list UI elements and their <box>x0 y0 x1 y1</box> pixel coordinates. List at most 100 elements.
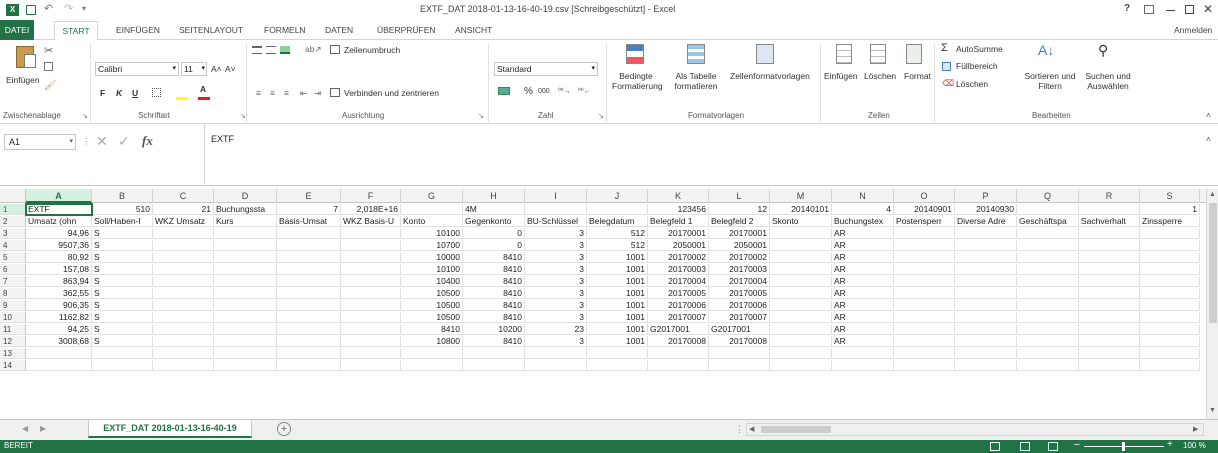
cell[interactable]: 20170006 <box>648 300 709 311</box>
cell[interactable] <box>1140 312 1200 323</box>
cell[interactable]: 10200 <box>463 324 525 335</box>
cell[interactable] <box>214 336 277 347</box>
column-header-o[interactable]: O <box>894 189 955 203</box>
format-table-button[interactable]: Als Tabelle formatieren <box>664 71 728 91</box>
cell[interactable]: S <box>92 288 153 299</box>
eraser-icon[interactable]: ⌫ <box>942 78 954 89</box>
page-layout-icon[interactable] <box>1020 442 1030 451</box>
cell[interactable] <box>894 324 955 335</box>
column-header-d[interactable]: D <box>214 189 277 203</box>
cell[interactable]: 1001 <box>587 288 648 299</box>
fill-icon[interactable] <box>942 62 951 71</box>
cell[interactable] <box>341 336 401 347</box>
cell[interactable] <box>1140 276 1200 287</box>
cell[interactable] <box>341 240 401 251</box>
cell[interactable] <box>401 204 463 215</box>
cell[interactable] <box>1079 312 1140 323</box>
cell[interactable]: 2050001 <box>709 240 770 251</box>
cell[interactable] <box>525 348 587 359</box>
cell[interactable]: AR <box>832 240 894 251</box>
cell[interactable]: 20170002 <box>648 252 709 263</box>
cell[interactable]: S <box>92 336 153 347</box>
cell[interactable] <box>1079 252 1140 263</box>
cell[interactable]: BU-Schlüssel <box>525 216 587 227</box>
font-name-combo[interactable]: Calibri ▾ <box>95 62 179 76</box>
cell[interactable] <box>401 360 463 371</box>
cell[interactable] <box>709 348 770 359</box>
row-header[interactable]: 2 <box>0 216 26 227</box>
row-header[interactable]: 7 <box>0 276 26 287</box>
cell[interactable]: 10500 <box>401 300 463 311</box>
cell[interactable] <box>277 360 341 371</box>
row-header[interactable]: 8 <box>0 288 26 299</box>
row-header[interactable]: 3 <box>0 228 26 239</box>
cell[interactable] <box>955 312 1017 323</box>
cell[interactable] <box>894 288 955 299</box>
ribbon-display-icon[interactable] <box>1144 5 1154 14</box>
cell[interactable]: 7 <box>277 204 341 215</box>
row-header[interactable]: 9 <box>0 300 26 311</box>
row-header[interactable]: 4 <box>0 240 26 251</box>
number-format-combo[interactable]: Standard ▾ <box>494 62 598 76</box>
row-header[interactable]: 11 <box>0 324 26 335</box>
scroll-left-icon[interactable]: ◀ <box>749 425 754 433</box>
cell[interactable] <box>955 252 1017 263</box>
cell[interactable]: 3 <box>525 300 587 311</box>
insert-cells-icon[interactable] <box>836 44 852 64</box>
cell[interactable]: Diverse Adre <box>955 216 1017 227</box>
cell[interactable] <box>1079 360 1140 371</box>
cell[interactable]: 510 <box>92 204 153 215</box>
cell[interactable] <box>1017 348 1079 359</box>
cell[interactable]: Buchungstex <box>832 216 894 227</box>
cell[interactable] <box>277 300 341 311</box>
zoom-slider-thumb[interactable] <box>1122 442 1125 451</box>
cell[interactable]: 0 <box>463 228 525 239</box>
cell[interactable]: 1001 <box>587 336 648 347</box>
column-header-e[interactable]: E <box>277 189 341 203</box>
cell[interactable]: AR <box>832 300 894 311</box>
conditional-format-icon[interactable] <box>626 44 644 64</box>
cell[interactable]: AR <box>832 336 894 347</box>
cell[interactable] <box>587 348 648 359</box>
cell[interactable] <box>1140 240 1200 251</box>
cell[interactable]: 8410 <box>401 324 463 335</box>
merge-icon[interactable] <box>330 88 340 97</box>
insert-cells-button[interactable]: Einfügen <box>824 71 858 81</box>
decrease-decimal-icon[interactable]: ⁰⁰← <box>578 87 591 95</box>
cell[interactable] <box>153 336 214 347</box>
normal-view-icon[interactable] <box>990 442 1000 451</box>
cell[interactable] <box>1079 240 1140 251</box>
signin-link[interactable]: Anmelden <box>1174 23 1212 40</box>
cell[interactable] <box>648 348 709 359</box>
column-header-h[interactable]: H <box>463 189 525 203</box>
cell[interactable] <box>214 276 277 287</box>
cell[interactable]: 3 <box>525 228 587 239</box>
cell[interactable]: 3 <box>525 264 587 275</box>
cell[interactable] <box>770 288 832 299</box>
cell[interactable] <box>341 348 401 359</box>
cell[interactable] <box>1017 324 1079 335</box>
cell[interactable] <box>463 360 525 371</box>
cell[interactable]: AR <box>832 252 894 263</box>
column-header-l[interactable]: L <box>709 189 770 203</box>
cell[interactable] <box>26 360 92 371</box>
undo-icon[interactable]: ↶ <box>44 2 53 15</box>
cell[interactable] <box>341 252 401 263</box>
merge-center-button[interactable]: Verbinden und zentrieren <box>344 88 439 98</box>
cell[interactable] <box>955 336 1017 347</box>
dialog-launcher-icon[interactable]: ↘ <box>240 112 246 120</box>
cell[interactable]: AR <box>832 288 894 299</box>
cell[interactable]: 20170005 <box>709 288 770 299</box>
shrink-font-icon[interactable]: A˅ <box>225 64 236 74</box>
page-break-icon[interactable] <box>1048 442 1058 451</box>
cell[interactable]: AR <box>832 276 894 287</box>
cell[interactable]: 10100 <box>401 228 463 239</box>
align-right-icon[interactable]: ≡ <box>284 88 289 98</box>
cell[interactable]: 8410 <box>463 288 525 299</box>
vertical-scrollbar[interactable]: ▲ ▼ <box>1206 189 1218 419</box>
cell[interactable] <box>955 360 1017 371</box>
wrap-text-icon[interactable] <box>330 45 340 54</box>
cell[interactable]: S <box>92 252 153 263</box>
help-button[interactable]: ? <box>1124 3 1130 14</box>
cell[interactable]: 3 <box>525 240 587 251</box>
